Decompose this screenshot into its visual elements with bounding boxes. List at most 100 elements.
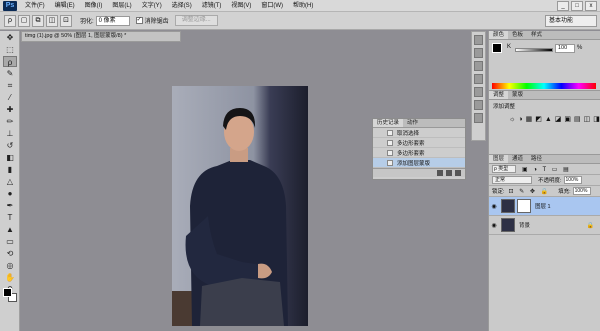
move-tool-icon[interactable]: ✥ — [3, 32, 17, 43]
panel-dock — [471, 31, 486, 141]
history-item[interactable]: 取消选择 — [373, 128, 465, 138]
antialias-checkbox[interactable]: ✓ — [135, 17, 143, 24]
foreground-color-swatch[interactable] — [3, 288, 12, 297]
tab-history[interactable]: 历史记录 — [373, 119, 404, 127]
lasso-tool-icon[interactable]: ρ — [4, 14, 16, 27]
eraser-tool-icon[interactable]: ◧ — [3, 152, 17, 163]
brush-panel-icon[interactable] — [474, 35, 483, 45]
type-tool-icon[interactable]: T — [3, 212, 17, 223]
trash-icon[interactable] — [455, 170, 461, 176]
menu-image[interactable]: 图像(I) — [80, 0, 108, 12]
character-panel-icon[interactable] — [474, 61, 483, 71]
close-button[interactable]: x — [585, 0, 597, 11]
layer-filter-select[interactable]: ρ 类型 — [492, 165, 516, 173]
adjustments-title: 添加调整 — [493, 104, 516, 110]
menu-type[interactable]: 文字(Y) — [137, 0, 167, 12]
history-item-active[interactable]: 添加图层蒙版 — [373, 158, 465, 168]
opacity-field[interactable]: 100% — [563, 176, 582, 184]
new-selection-icon[interactable]: ▢ — [18, 14, 30, 27]
shape-tool-icon[interactable]: ▭ — [3, 236, 17, 247]
minimize-button[interactable]: _ — [557, 0, 569, 11]
adjustment-icons[interactable]: ☼◑▦◩▲◪▣▤◫◨◐▥ — [509, 115, 600, 124]
menu-edit[interactable]: 编辑(E) — [50, 0, 80, 12]
eyedropper-tool-icon[interactable]: ⁄ — [3, 92, 17, 103]
history-step-icon — [387, 149, 393, 156]
tab-channels[interactable]: 通道 — [508, 155, 527, 163]
new-document-icon[interactable] — [437, 170, 443, 176]
tab-layers[interactable]: 图层 — [489, 155, 509, 163]
right-panels: 颜色 色板 样式 K 100 % 调整 蒙版 添加调整 ☼◑▦◩▲◪▣▤◫◨◐▥… — [488, 31, 600, 331]
snapshot-icon[interactable] — [446, 170, 452, 176]
tab-adjustments[interactable]: 调整 — [489, 91, 509, 99]
history-panel-icon[interactable] — [474, 113, 483, 123]
menu-layer[interactable]: 图层(L) — [107, 0, 136, 12]
menu-help[interactable]: 帮助(H) — [288, 0, 318, 12]
clone-stamp-icon[interactable]: ⊥ — [3, 128, 17, 139]
path-select-icon[interactable]: ▲ — [3, 224, 17, 235]
workspace-select[interactable]: 基本功能 — [545, 15, 597, 27]
feather-input[interactable]: 0 像素 — [95, 15, 130, 26]
layer-row[interactable]: ◉ 图层 1 — [489, 197, 600, 216]
foreground-color-chip[interactable] — [492, 43, 502, 53]
history-brush-icon[interactable]: ↺ — [3, 140, 17, 151]
k-value-field[interactable]: 100 — [555, 44, 575, 53]
pen-tool-icon[interactable]: ✒ — [3, 200, 17, 211]
blend-mode-select[interactable]: 正常 — [492, 176, 532, 184]
refine-edge-button[interactable]: 调整边缘... — [174, 15, 218, 26]
tab-swatches[interactable]: 色板 — [508, 31, 527, 39]
menu-view[interactable]: 视图(V) — [226, 0, 256, 12]
3d-orbit-icon[interactable]: ◎ — [3, 260, 17, 271]
history-item[interactable]: 多边形套索 — [373, 148, 465, 158]
menu-select[interactable]: 选择(S) — [167, 0, 197, 12]
channel-label: K — [507, 44, 512, 50]
subtract-selection-icon[interactable]: ◫ — [46, 14, 58, 27]
fill-field[interactable]: 100% — [572, 187, 591, 195]
dodge-tool-icon[interactable]: ● — [3, 188, 17, 199]
eye-icon[interactable]: ◉ — [489, 203, 499, 210]
hand-tool-icon[interactable]: ✋ — [3, 272, 17, 283]
layer-row[interactable]: ◉ 背景 🔒 — [489, 216, 600, 235]
tab-color[interactable]: 颜色 — [489, 31, 509, 39]
tab-paths[interactable]: 路径 — [527, 155, 546, 163]
quick-select-tool-icon[interactable]: ✎ — [3, 68, 17, 79]
3d-rotate-icon[interactable]: ⟲ — [3, 248, 17, 259]
fill-label: 填充: — [558, 189, 571, 195]
layer-filter-icons[interactable]: ▣ ◑ T ▭ ▤ — [522, 166, 571, 173]
blur-tool-icon[interactable]: △ — [3, 176, 17, 187]
adjustments-panel: 调整 蒙版 添加调整 ☼◑▦◩▲◪▣▤◫◨◐▥ — [489, 91, 600, 155]
history-step-icon — [387, 159, 393, 166]
portrait-photo — [172, 86, 308, 326]
k-slider[interactable] — [515, 48, 553, 52]
history-step-icon — [387, 129, 393, 136]
percent-unit: % — [577, 45, 583, 51]
tab-styles[interactable]: 样式 — [527, 31, 546, 39]
layer-mask-thumbnail[interactable] — [517, 199, 531, 213]
info-panel-icon[interactable] — [474, 100, 483, 110]
intersect-selection-icon[interactable]: ⊡ — [60, 14, 72, 27]
lock-icons[interactable]: ⊡ ✎ ✥ 🔒 — [509, 188, 551, 195]
marquee-tool-icon[interactable]: ⬚ — [3, 44, 17, 55]
document-tab[interactable]: timg (1).jpg @ 50% (图层 1, 图层蒙版/8) * — [21, 31, 181, 42]
layers-panel: 图层 通道 路径 ρ 类型 ▣ ◑ T ▭ ▤ 正常 不透明度: 100% 锁定… — [489, 155, 600, 235]
add-selection-icon[interactable]: ⧉ — [32, 14, 44, 27]
gradient-tool-icon[interactable]: ▮ — [3, 164, 17, 175]
tools-panel: ✥ ⬚ ρ ✎ ⌗ ⁄ ✚ ✏ ⊥ ↺ ◧ ▮ △ ● ✒ T ▲ ▭ ⟲ ◎ … — [0, 31, 20, 331]
menu-filter[interactable]: 滤镜(T) — [197, 0, 227, 12]
tab-actions[interactable]: 动作 — [403, 119, 422, 127]
maximize-button[interactable]: □ — [571, 0, 583, 11]
lasso-tool-icon[interactable]: ρ — [3, 56, 17, 67]
opacity-label: 不透明度: — [538, 178, 562, 184]
tab-masks[interactable]: 蒙版 — [508, 91, 527, 99]
navigator-icon[interactable] — [474, 87, 483, 97]
healing-brush-icon[interactable]: ✚ — [3, 104, 17, 115]
clone-source-icon[interactable] — [474, 48, 483, 58]
menu-window[interactable]: 窗口(W) — [256, 0, 288, 12]
crop-tool-icon[interactable]: ⌗ — [3, 80, 17, 91]
brush-tool-icon[interactable]: ✏ — [3, 116, 17, 127]
history-item[interactable]: 多边形套索 — [373, 138, 465, 148]
eye-icon[interactable]: ◉ — [489, 222, 499, 229]
paragraph-panel-icon[interactable] — [474, 74, 483, 84]
menu-file[interactable]: 文件(F) — [20, 0, 50, 12]
image-canvas[interactable] — [172, 86, 308, 326]
color-spectrum[interactable] — [492, 83, 596, 89]
